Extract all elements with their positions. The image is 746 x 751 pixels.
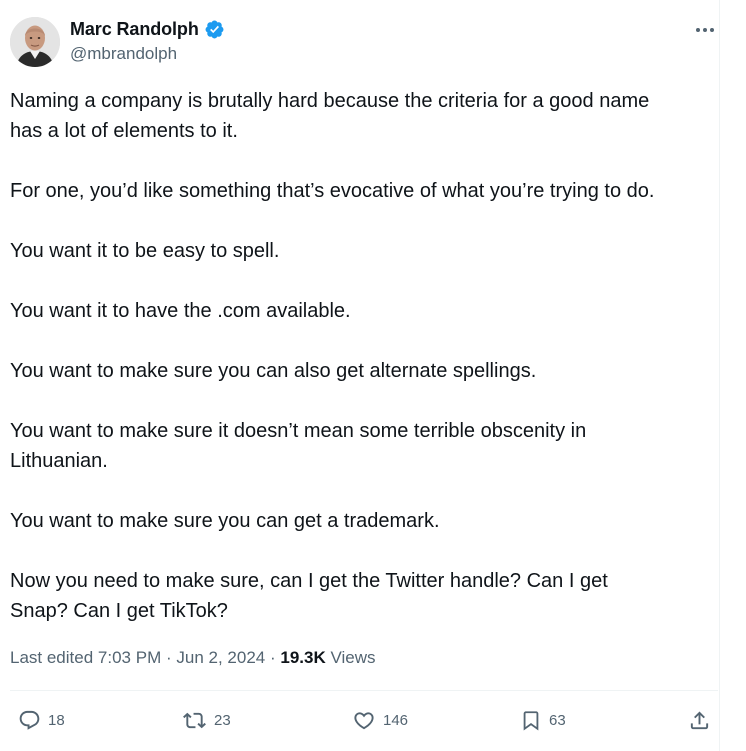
tweet-paragraph: Now you need to make sure, can I get the… xyxy=(10,570,608,622)
tweet-date: Jun 2, 2024 xyxy=(176,648,266,667)
tweet-paragraph: You want to make sure you can also get a… xyxy=(10,360,537,382)
repost-count: 23 xyxy=(214,711,231,729)
timestamp-link[interactable]: Last edited 7:03 PM · Jun 2, 2024 xyxy=(10,648,265,667)
verified-badge-icon[interactable] xyxy=(204,19,225,40)
avatar[interactable] xyxy=(10,17,60,67)
tweet-detail: Marc Randolph @mbrandolph Naming a compa… xyxy=(0,0,746,751)
views-count: 19.3K xyxy=(280,648,326,667)
reply-count: 18 xyxy=(48,711,65,729)
tweet-paragraph: You want to make sure it doesn’t mean so… xyxy=(10,420,587,472)
tweet-paragraph: Naming a company is brutally hard becaus… xyxy=(10,90,650,142)
repost-icon xyxy=(183,712,206,728)
meta-separator: · xyxy=(165,648,172,667)
bookmark-icon xyxy=(523,710,539,731)
tweet-paragraph: You want it to be easy to spell. xyxy=(10,240,280,262)
actions-divider xyxy=(10,690,718,691)
bookmark-button[interactable]: 63 xyxy=(520,704,566,736)
author-name-row: Marc Randolph xyxy=(70,17,225,41)
repost-button[interactable]: 23 xyxy=(182,704,231,736)
tweet-paragraph: For one, you’d like something that’s evo… xyxy=(10,180,655,202)
bookmark-count: 63 xyxy=(549,711,566,729)
meta-separator: · xyxy=(269,648,276,667)
tweet-time: 7:03 PM xyxy=(97,648,162,667)
tweet-text: Naming a company is brutally hard becaus… xyxy=(10,86,716,626)
tweet-paragraph: You want it to have the .com available. xyxy=(10,300,351,322)
share-button[interactable] xyxy=(688,704,711,736)
heart-icon xyxy=(354,711,374,729)
like-button[interactable]: 146 xyxy=(352,704,408,736)
avatar-photo xyxy=(10,17,60,67)
edited-label: Last edited xyxy=(10,648,94,667)
more-dots-icon xyxy=(696,28,714,32)
reply-icon xyxy=(19,710,40,730)
share-icon xyxy=(690,710,709,729)
user-handle[interactable]: @mbrandolph xyxy=(70,43,177,65)
views-label: Views xyxy=(330,648,376,667)
more-options-button[interactable] xyxy=(690,18,720,42)
reply-button[interactable]: 18 xyxy=(18,704,65,736)
display-name[interactable]: Marc Randolph xyxy=(70,17,199,41)
column-border xyxy=(719,0,720,751)
like-count: 146 xyxy=(383,711,409,729)
tweet-paragraph: You want to make sure you can get a trad… xyxy=(10,510,440,532)
tweet-meta: Last edited 7:03 PM · Jun 2, 2024 · 19.3… xyxy=(10,646,376,670)
